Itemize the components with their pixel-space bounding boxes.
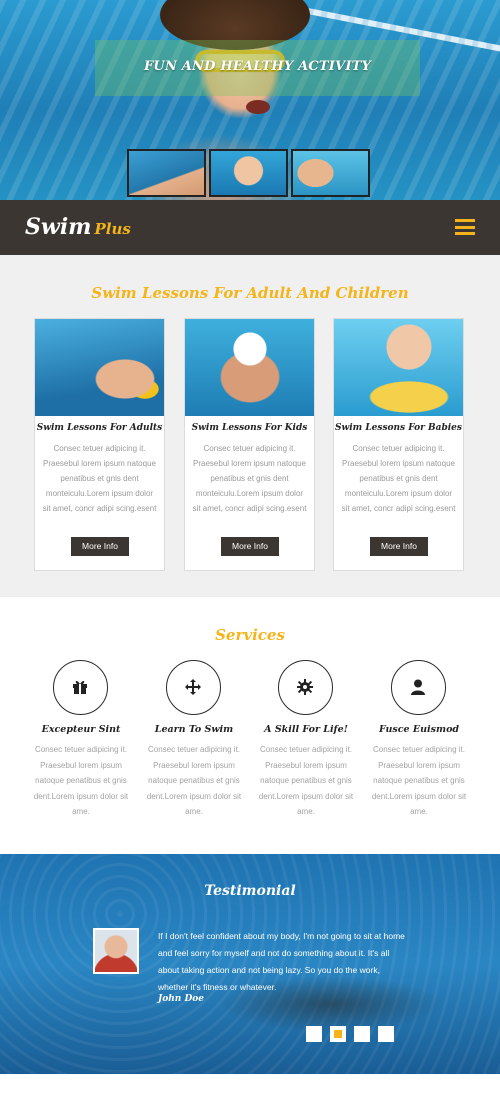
testimonial-pager (306, 1026, 394, 1042)
services-title: Services (215, 626, 285, 644)
lesson-card-babies: Swim Lessons For Babies Consec tetuer ad… (333, 318, 464, 571)
lesson-card-kids: Swim Lessons For Kids Consec tetuer adip… (184, 318, 315, 571)
service-title: Learn To Swim (154, 724, 234, 735)
hero-kid-mouth (246, 100, 270, 114)
lesson-card-title: Swim Lessons For Adults (36, 423, 163, 433)
header-bar: Swim Plus (0, 200, 500, 255)
lesson-card-title: Swim Lessons For Babies (335, 423, 462, 433)
service-title: A Skill For Life! (264, 724, 348, 735)
testimonial-quote: If I don't feel confident about my body,… (158, 931, 405, 992)
gift-icon (53, 660, 108, 715)
hero-banner: FUN AND HEALTHY ACTIVITY (0, 0, 500, 200)
service-text: Consec tetuer adipicing it. Praesebul lo… (146, 745, 242, 816)
user-icon (391, 660, 446, 715)
move-arrows-icon (166, 660, 221, 715)
hero-title: FUN AND HEALTHY ACTIVITY (144, 59, 371, 74)
lesson-card-adults: Swim Lessons For Adults Consec tetuer ad… (34, 318, 165, 571)
pager-dot-4[interactable] (378, 1026, 394, 1042)
lesson-card-text: Consec tetuer adipicing it. Praesebul lo… (192, 444, 307, 513)
service-title: Excepteur Sint (41, 724, 121, 735)
lesson-card-text: Consec tetuer adipicing it. Praesebul lo… (341, 444, 456, 513)
site-logo[interactable]: Swim Plus (25, 214, 131, 240)
testimonial-title: Testimonial (204, 883, 296, 899)
more-info-button[interactable]: More Info (71, 537, 129, 556)
lesson-image-kids (185, 319, 314, 416)
pager-dot-1[interactable] (306, 1026, 322, 1042)
logo-main-text: Swim (25, 214, 92, 240)
hero-thumbnail-3[interactable] (291, 149, 370, 197)
logo-accent-text: Plus (94, 220, 131, 238)
pager-dot-3[interactable] (354, 1026, 370, 1042)
lesson-card-title: Swim Lessons For Kids (191, 423, 308, 433)
more-info-button[interactable]: More Info (370, 537, 428, 556)
lesson-image-adults (35, 319, 164, 416)
footer-strip (0, 1074, 500, 1100)
service-title: Fusce Euismod (378, 724, 460, 735)
avatar (93, 928, 139, 974)
service-text: Consec tetuer adipicing it. Praesebul lo… (33, 745, 129, 816)
testimonial-author: John Doe (158, 994, 205, 1004)
pager-dot-2[interactable] (330, 1026, 346, 1042)
lesson-image-babies (334, 319, 463, 416)
lessons-title: Swim Lessons For Adult And Children (91, 284, 409, 302)
lesson-card-text: Consec tetuer adipicing it. Praesebul lo… (42, 444, 157, 513)
service-text: Consec tetuer adipicing it. Praesebul lo… (371, 745, 467, 816)
hero-thumbnail-1[interactable] (127, 149, 206, 197)
more-info-button[interactable]: More Info (221, 537, 279, 556)
hero-thumbnail-2[interactable] (209, 149, 288, 197)
hamburger-menu-icon[interactable] (455, 219, 475, 235)
hero-thumbnails (127, 149, 370, 197)
gear-icon (278, 660, 333, 715)
service-text: Consec tetuer adipicing it. Praesebul lo… (258, 745, 354, 816)
